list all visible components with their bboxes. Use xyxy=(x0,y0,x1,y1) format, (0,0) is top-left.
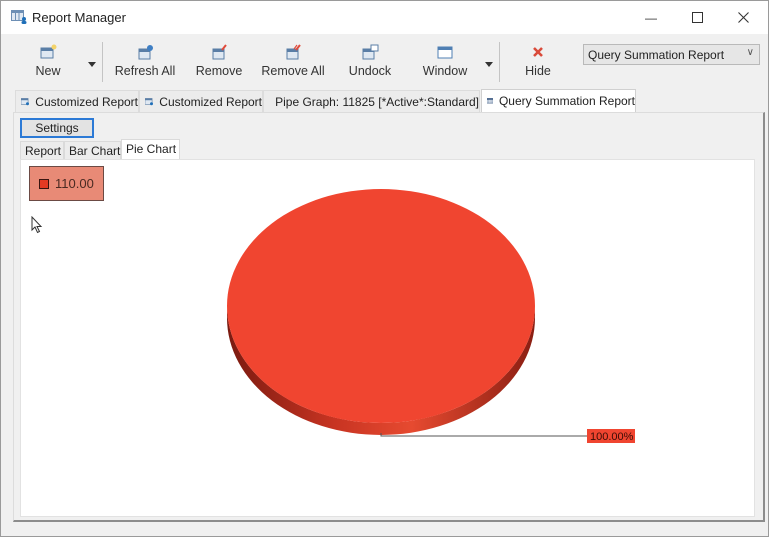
report-panel: Settings Report Bar Chart Pie Chart 100.… xyxy=(13,112,765,522)
hide-x-icon xyxy=(533,47,543,57)
window-dropdown-arrow[interactable] xyxy=(485,62,493,67)
pie-chart-area: 100.00% 110.00 xyxy=(20,159,755,517)
remove-all-icon xyxy=(286,44,301,60)
window-label: Window xyxy=(422,64,468,78)
tab-query-summation-report[interactable]: Query Summation Report xyxy=(481,89,636,112)
new-button[interactable]: New xyxy=(34,44,62,86)
tab-bar-chart[interactable]: Bar Chart xyxy=(64,141,121,159)
remove-all-button[interactable]: Remove All xyxy=(261,44,325,86)
close-button[interactable] xyxy=(720,1,766,34)
report-select[interactable]: Query Summation Report ∨ xyxy=(583,44,760,65)
chevron-down-icon: ∨ xyxy=(746,47,754,58)
tab-customized-report-1[interactable]: Customized Report xyxy=(15,90,139,112)
pie-chart: 100.00% xyxy=(227,189,635,443)
refresh-all-label: Refresh All xyxy=(114,64,176,78)
maximize-icon xyxy=(691,12,703,23)
tab-pipe-graph[interactable]: Pipe Graph: 11825 [*Active*:Standard] xyxy=(263,90,480,112)
settings-button[interactable]: Settings xyxy=(20,118,94,138)
tab-report[interactable]: Report xyxy=(20,141,64,159)
tab-pie-chart[interactable]: Pie Chart xyxy=(121,139,180,160)
app-icon xyxy=(11,10,27,24)
window-icon xyxy=(437,46,453,59)
chart-legend: 110.00 xyxy=(29,166,104,201)
table-icon xyxy=(487,98,493,104)
remove-label: Remove xyxy=(195,64,243,78)
new-dropdown-arrow[interactable] xyxy=(88,62,96,67)
undock-label: Undock xyxy=(348,64,392,78)
data-label: 100.00% xyxy=(590,431,634,443)
hide-button[interactable]: Hide xyxy=(523,44,553,86)
legend-label: 110.00 xyxy=(55,176,94,191)
remove-icon xyxy=(212,44,227,60)
hide-label: Hide xyxy=(525,64,551,78)
minimize-button[interactable]: — xyxy=(628,1,674,34)
refresh-icon xyxy=(138,45,153,60)
mouse-cursor-icon xyxy=(31,216,43,234)
report-icon xyxy=(145,97,153,105)
remove-all-label: Remove All xyxy=(261,64,325,78)
tab-label: Query Summation Report xyxy=(498,94,635,108)
window-button[interactable]: Window xyxy=(421,44,469,86)
title-bar: Report Manager — xyxy=(1,1,768,34)
data-label-leader-line xyxy=(380,433,587,437)
report-icon xyxy=(21,97,29,105)
maximize-button[interactable] xyxy=(674,1,720,34)
undock-button[interactable]: Undock xyxy=(348,44,392,86)
tab-customized-report-2[interactable]: Customized Report xyxy=(139,90,263,112)
minimize-icon: — xyxy=(645,10,657,25)
tab-label: Pipe Graph: 11825 [*Active*:Standard] xyxy=(275,94,479,109)
report-select-value: Query Summation Report xyxy=(588,48,725,62)
pie-slice[interactable] xyxy=(227,189,535,423)
toolbar-separator xyxy=(102,42,103,82)
remove-button[interactable]: Remove xyxy=(196,44,242,86)
new-label: New xyxy=(35,64,61,78)
close-icon xyxy=(737,12,749,23)
refresh-all-button[interactable]: Refresh All xyxy=(115,44,175,86)
report-manager-window: Report Manager — New Refresh All Remove … xyxy=(0,0,769,537)
legend-swatch xyxy=(39,178,49,189)
tab-label: Customized Report xyxy=(159,94,262,109)
window-title: Report Manager xyxy=(32,10,126,25)
toolbar-separator xyxy=(499,42,500,82)
new-report-icon xyxy=(40,44,57,59)
tab-label: Customized Report xyxy=(35,94,138,109)
undock-icon xyxy=(362,44,379,60)
